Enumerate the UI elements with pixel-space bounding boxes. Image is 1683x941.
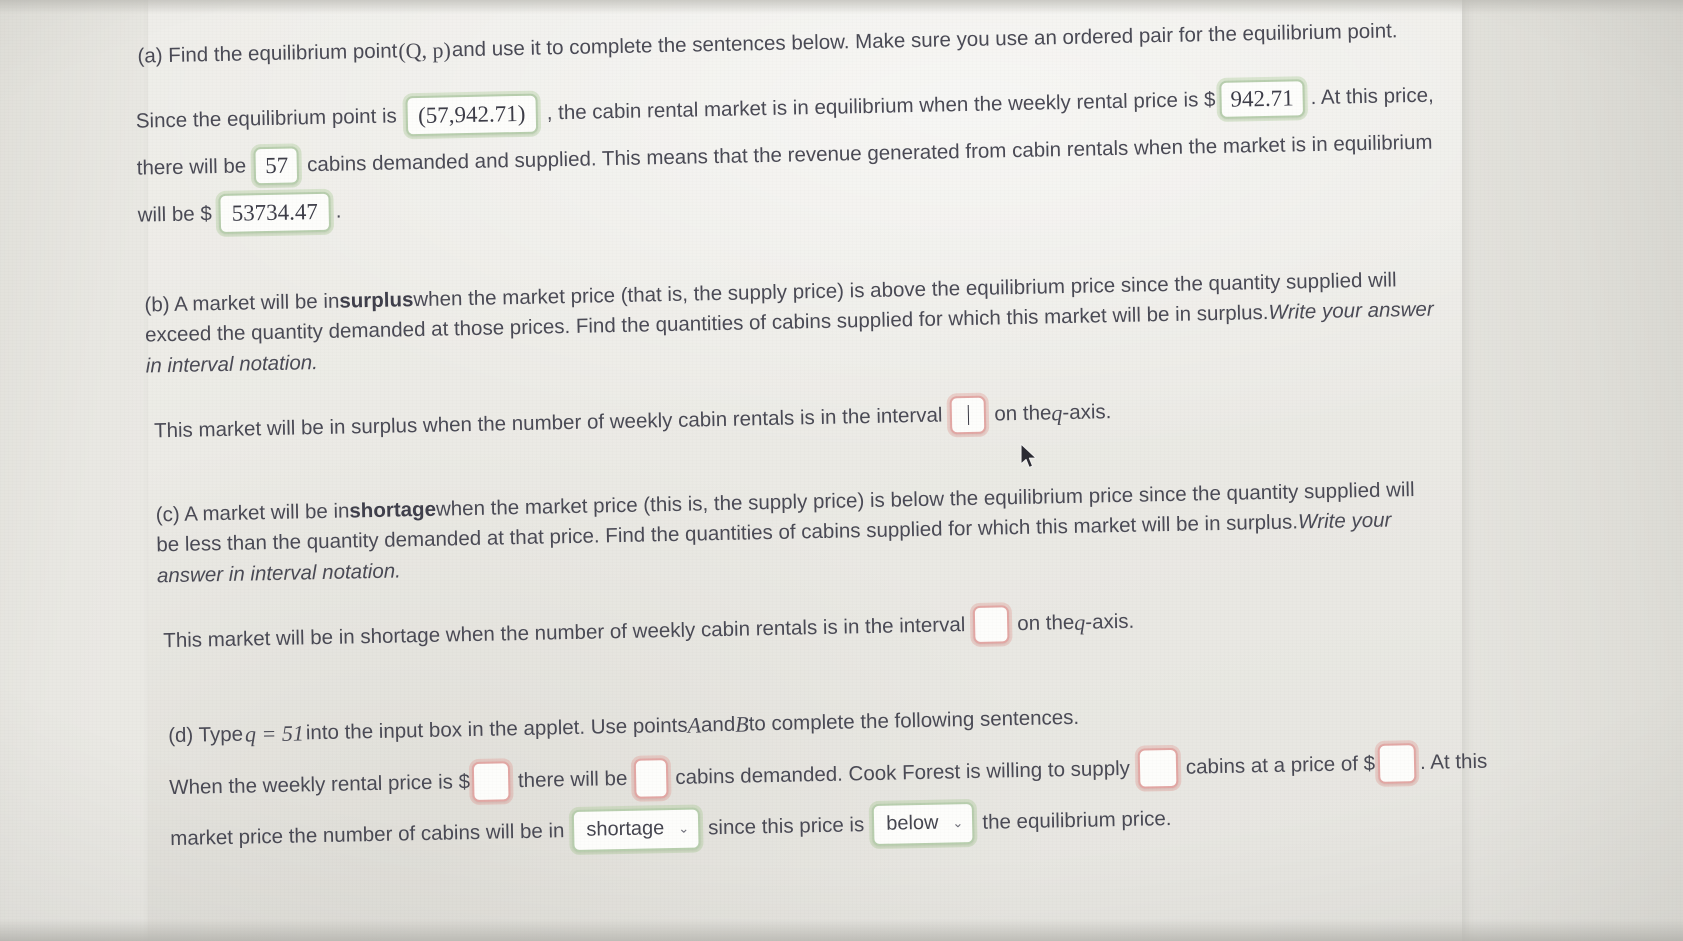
part-a-text-7: . [335, 199, 342, 223]
part-a-prompt-prefix: (a) Find the equilibrium point [137, 39, 398, 68]
part-a-text-2: , the cabin rental market is in equilibr… [546, 88, 1216, 125]
part-a-text-1: Since the equilibrium point is [135, 104, 397, 133]
part-d-text-post: to complete the following sentences. [748, 706, 1080, 736]
market-state-select-value: shortage [586, 817, 665, 841]
part-a-prompt-math: (Q, p) [398, 37, 452, 64]
equilibrium-quantity-input[interactable]: 57 [253, 146, 300, 186]
part-c-text-pre: (c) A market will be in [155, 499, 350, 527]
part-d-price-input[interactable] [471, 761, 511, 803]
market-state-select[interactable]: shortage ⌄ [572, 807, 701, 853]
part-b-prompt: (b) A market will be in surplus when the… [144, 265, 1434, 382]
part-d-text-pre: (d) Type [167, 722, 244, 748]
part-d-point-a: A [687, 712, 702, 738]
equilibrium-revenue-input[interactable]: 53734.47 [218, 191, 332, 235]
part-d-text-8: the equilibrium price. [982, 807, 1172, 834]
part-c-italic-2: Write your [1297, 508, 1392, 534]
part-c-keyword-shortage: shortage [349, 497, 437, 523]
part-d-prompt: (d) Type q = 51 into the input box in th… [168, 701, 1080, 753]
part-a-text-6: will be $ [137, 202, 213, 227]
part-a-answer-sentence: Since the equilibrium point is (57,942.7… [135, 76, 1436, 236]
part-d-supplied-input[interactable] [1137, 747, 1179, 789]
part-d-point-b: B [734, 711, 749, 737]
text-caret [967, 405, 970, 426]
part-c-answer-text-suffix: -axis. [1085, 609, 1135, 634]
part-b-text-pre: (b) A market will be in [144, 289, 340, 317]
part-b-italic-3: in interval notation. [145, 350, 319, 378]
part-d-prompt-equation: q = 51 [244, 720, 305, 747]
part-b-answer-sentence: This market will be in surplus when the … [154, 393, 1112, 450]
part-b-answer-text-post: on the [994, 401, 1052, 426]
part-b-answer-text-pre: This market will be in surplus when the … [153, 403, 943, 443]
part-d-supply-price-input[interactable] [1377, 743, 1417, 784]
part-d-text-7: since this price is [707, 813, 865, 840]
part-b-axis-var: q [1051, 400, 1063, 426]
price-relation-select-value: below [885, 811, 939, 835]
part-c-answer-text-post: on the [1017, 611, 1075, 636]
equilibrium-price-input[interactable]: 942.71 [1219, 79, 1306, 119]
part-d-text-1: When the weekly rental price is $ [169, 770, 471, 800]
part-d-text-3: cabins demanded. Cook Forest is willing … [675, 756, 1131, 790]
part-c-answer-sentence: This market will be in shortage when the… [163, 603, 1135, 660]
equilibrium-point-input[interactable]: (57,942.71) [405, 93, 539, 137]
part-c-italic-3: answer in interval notation. [156, 559, 402, 587]
part-d-demanded-input[interactable] [633, 758, 669, 799]
part-a-text-4: there will be [136, 154, 247, 180]
part-b-keyword-surplus: surplus [339, 288, 414, 313]
shortage-interval-input[interactable] [972, 605, 1010, 644]
part-d-answer-sentence: When the weekly rental price is $ there … [169, 742, 1489, 860]
part-c-prompt: (c) A market will be in shortage when th… [155, 475, 1416, 591]
part-d-text-mid: into the input box in the applet. Use po… [305, 713, 688, 745]
screenshot-root: (a) Find the equilibrium point (Q, p) an… [0, 0, 1683, 941]
chevron-down-icon: ⌄ [952, 815, 964, 831]
part-c-axis-var: q [1074, 609, 1086, 635]
part-c-answer-text-pre: This market will be in shortage when the… [163, 613, 966, 653]
part-d-text-4: cabins at a price of $ [1185, 752, 1376, 779]
part-d-text-6: market price the number of cabins will b… [170, 819, 565, 851]
part-b-italic-2: Write your answer [1268, 297, 1434, 325]
price-relation-select[interactable]: below ⌄ [871, 801, 975, 847]
part-a-prompt-suffix: and use it to complete the sentences bel… [451, 19, 1398, 62]
chevron-down-icon: ⌄ [678, 820, 690, 836]
problem-content: (a) Find the equilibrium point (Q, p) an… [0, 0, 1683, 941]
part-d-text-and: and [700, 712, 736, 737]
part-a-prompt: (a) Find the equilibrium point (Q, p) an… [137, 14, 1398, 73]
part-d-text-5: . At this [1419, 749, 1488, 775]
part-d-text-2: there will be [517, 767, 628, 793]
surplus-interval-input[interactable] [950, 395, 987, 435]
part-a-text-3: . At this price, [1310, 83, 1434, 110]
part-b-answer-text-suffix: -axis. [1062, 400, 1112, 425]
